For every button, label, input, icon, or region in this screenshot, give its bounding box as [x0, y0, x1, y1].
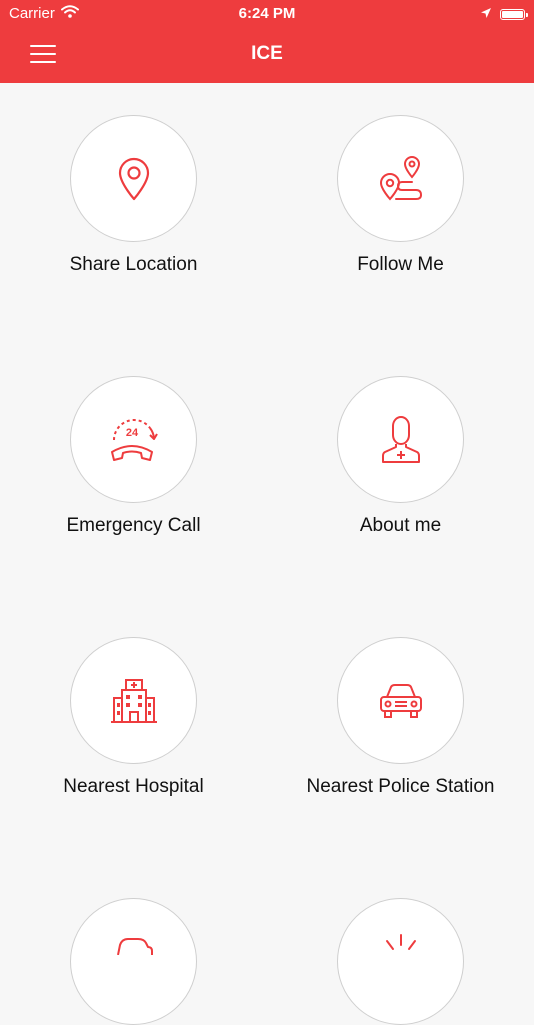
tile-label: Nearest Police Station [306, 776, 495, 797]
alarm-icon [377, 933, 425, 953]
svg-text:24: 24 [125, 427, 138, 439]
tile-label: About me [359, 515, 442, 536]
tile-label: Nearest Hospital [63, 776, 204, 797]
follow-me-button[interactable] [337, 115, 464, 242]
status-right [480, 6, 528, 23]
battery-icon [500, 9, 528, 20]
share-location-button[interactable] [70, 115, 197, 242]
location-arrow-icon [480, 6, 492, 23]
nearest-hospital-tile[interactable]: Nearest Hospital [0, 637, 267, 798]
location-pin-icon [114, 156, 154, 202]
alarm-tile[interactable] [267, 898, 534, 1025]
nearest-police-station-tile[interactable]: Nearest Police Station [267, 637, 534, 798]
about-me-button[interactable] [337, 376, 464, 503]
phone-24-icon: 24 [108, 416, 160, 464]
tile-label: Share Location [69, 254, 198, 275]
tile-label: Follow Me [357, 254, 444, 275]
nearest-hospital-button[interactable] [70, 637, 197, 764]
tile-label: Emergency Call [66, 515, 201, 536]
police-car-icon [377, 681, 425, 721]
status-bar: Carrier 6:24 PM [0, 0, 534, 28]
emergency-call-button[interactable]: 24 [70, 376, 197, 503]
user-plus-icon [381, 415, 421, 464]
share-location-tile[interactable]: Share Location [0, 115, 267, 276]
car-icon [110, 935, 158, 955]
status-time: 6:24 PM [238, 5, 296, 22]
follow-me-tile[interactable]: Follow Me [267, 115, 534, 276]
about-me-tile[interactable]: About me [267, 376, 534, 537]
hospital-icon [110, 678, 158, 724]
emergency-call-tile[interactable]: 24 Emergency Call [0, 376, 267, 537]
car-tile[interactable] [0, 898, 267, 1025]
page-title: ICE [251, 43, 283, 64]
route-icon [376, 155, 426, 203]
car-button[interactable] [70, 898, 197, 1025]
nav-bar: ICE [0, 28, 534, 83]
nearest-police-station-button[interactable] [337, 637, 464, 764]
alarm-button[interactable] [337, 898, 464, 1025]
